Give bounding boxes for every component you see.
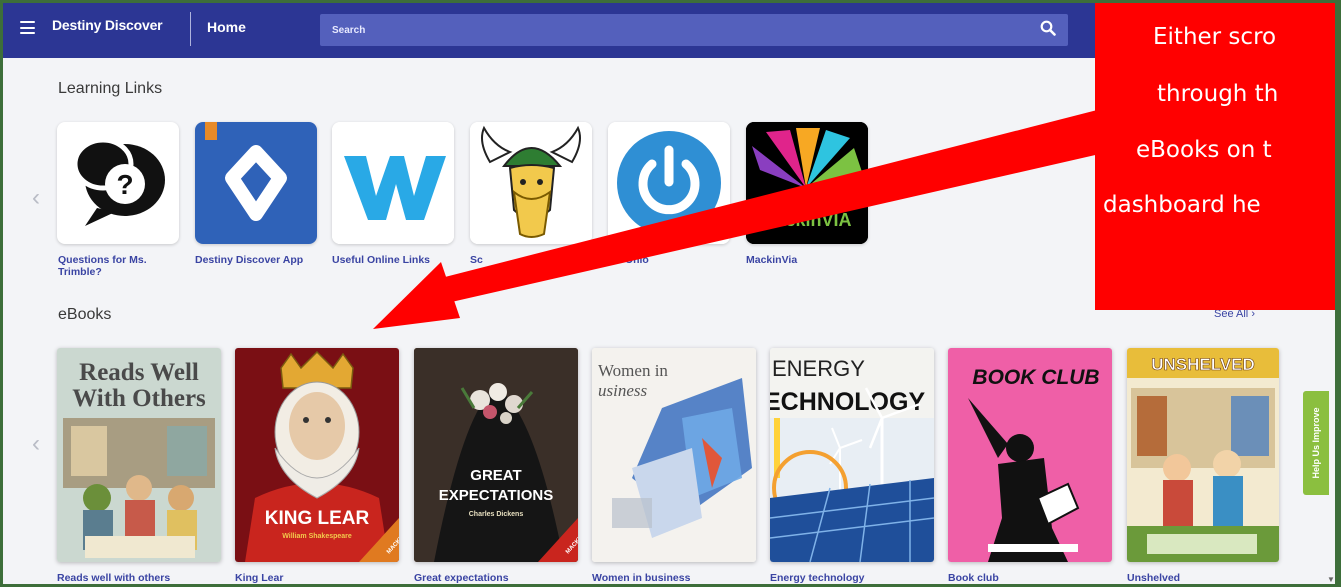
book-cover-art: Women in usiness <box>592 348 756 562</box>
help-tab-label: Help Us Improve <box>1311 407 1321 479</box>
annotation-callout: Either scro through th eBooks on t dashb… <box>1095 0 1341 310</box>
learning-link-label[interactable]: Sc <box>470 254 590 266</box>
book-cover-art: BOOK CLUB <box>948 348 1112 562</box>
svg-text:Women in: Women in <box>598 361 668 380</box>
power-button-icon <box>608 122 730 244</box>
ebook-cover-king-lear[interactable]: KING LEAR William Shakespeare MACKIN <box>235 348 399 562</box>
header-divider <box>190 12 191 46</box>
learning-link-tile-viking[interactable] <box>470 122 592 244</box>
learning-link-tile-mackinvia[interactable]: MackinVIA <box>746 122 868 244</box>
svg-text:?: ? <box>116 169 133 200</box>
search-input[interactable] <box>320 14 1068 46</box>
svg-text:ENERGY: ENERGY <box>772 356 865 381</box>
scroll-down-arrow-icon[interactable]: ▼ <box>1327 575 1335 584</box>
search-icon[interactable] <box>1040 20 1056 36</box>
svg-text:BOOK CLUB: BOOK CLUB <box>972 366 1099 389</box>
home-link[interactable]: Home <box>207 19 246 35</box>
ebook-title[interactable]: Unshelved <box>1127 572 1180 584</box>
help-us-improve-tab[interactable]: Help Us Improve <box>1303 391 1329 495</box>
callout-line: dashboard he <box>1103 192 1261 218</box>
svg-text:MackinVIA: MackinVIA <box>760 210 851 230</box>
svg-text:William Shakespeare: William Shakespeare <box>282 533 352 540</box>
learning-link-label[interactable]: Useful Online Links <box>332 254 452 266</box>
svg-text:usiness: usiness <box>598 381 648 400</box>
learning-link-label[interactable]: INFOhio <box>608 254 728 266</box>
svg-text:EXPECTATIONS: EXPECTATIONS <box>439 487 553 504</box>
ebook-cover-unshelved[interactable]: UNSHELVED <box>1127 348 1279 562</box>
ebook-cover-women-in-business[interactable]: Women in usiness <box>592 348 756 562</box>
learning-link-tile-useful-links[interactable] <box>332 122 454 244</box>
ebook-title[interactable]: Book club <box>948 572 999 584</box>
svg-text:Reads Well: Reads Well <box>79 359 199 386</box>
brand-title[interactable]: Destiny Discover <box>52 17 163 33</box>
book-cover-art: ENERGY ECHNOLOGY <box>770 348 934 562</box>
w-logo-icon <box>332 122 454 244</box>
ebook-title[interactable]: King Lear <box>235 572 283 584</box>
svg-text:With Others: With Others <box>72 385 206 412</box>
learning-link-tile-questions[interactable]: ? <box>57 122 179 244</box>
svg-text:GREAT: GREAT <box>470 467 521 484</box>
speech-bubbles-question-icon: ? <box>72 137 165 226</box>
svg-text:Charles Dickens: Charles Dickens <box>469 511 524 518</box>
ebook-cover-energy-technology[interactable]: ENERGY ECHNOLOGY <box>770 348 934 562</box>
svg-text:UNSHELVED: UNSHELVED <box>1151 355 1255 374</box>
book-cover-art: KING LEAR William Shakespeare MACKIN <box>235 348 399 562</box>
viking-mascot-icon <box>470 122 592 244</box>
ebooks-title: eBooks <box>58 306 112 323</box>
learning-links-title: Learning Links <box>58 80 163 97</box>
ebook-title[interactable]: Energy technology <box>770 572 865 584</box>
callout-line: through th <box>1157 81 1279 107</box>
book-cover-art: UNSHELVED <box>1127 348 1279 562</box>
hamburger-menu-icon[interactable] <box>20 21 35 34</box>
callout-line: eBooks on t <box>1136 137 1272 163</box>
ebook-title[interactable]: Great expectations <box>414 572 509 584</box>
learning-link-tile-infohio[interactable] <box>608 122 730 244</box>
learning-links-prev-arrow[interactable]: ‹ <box>32 186 40 210</box>
learning-link-label[interactable]: Destiny Discover App <box>195 254 315 266</box>
callout-line: Either scro <box>1153 24 1277 50</box>
learning-link-label[interactable]: Questions for Ms. Trimble? <box>58 254 178 278</box>
svg-text:KING LEAR: KING LEAR <box>265 508 370 529</box>
book-cover-art: GREAT EXPECTATIONS Charles Dickens MACKI… <box>414 348 578 562</box>
ebook-cover-reads-well[interactable]: Reads Well With Others <box>57 348 221 562</box>
ebook-cover-book-club[interactable]: BOOK CLUB <box>948 348 1112 562</box>
ebook-cover-great-expectations[interactable]: GREAT EXPECTATIONS Charles Dickens MACKI… <box>414 348 578 562</box>
destiny-app-icon <box>195 122 317 244</box>
mackinvia-logo: MackinVIA <box>746 122 868 244</box>
learning-link-tile-destiny-app[interactable] <box>195 122 317 244</box>
learning-link-label[interactable]: MackinVia <box>746 254 866 266</box>
ebooks-prev-arrow[interactable]: ‹ <box>32 432 40 456</box>
book-cover-art: Reads Well With Others <box>57 348 221 562</box>
ebook-title[interactable]: Women in business <box>592 572 690 584</box>
ebook-title[interactable]: Reads well with others <box>57 572 170 584</box>
